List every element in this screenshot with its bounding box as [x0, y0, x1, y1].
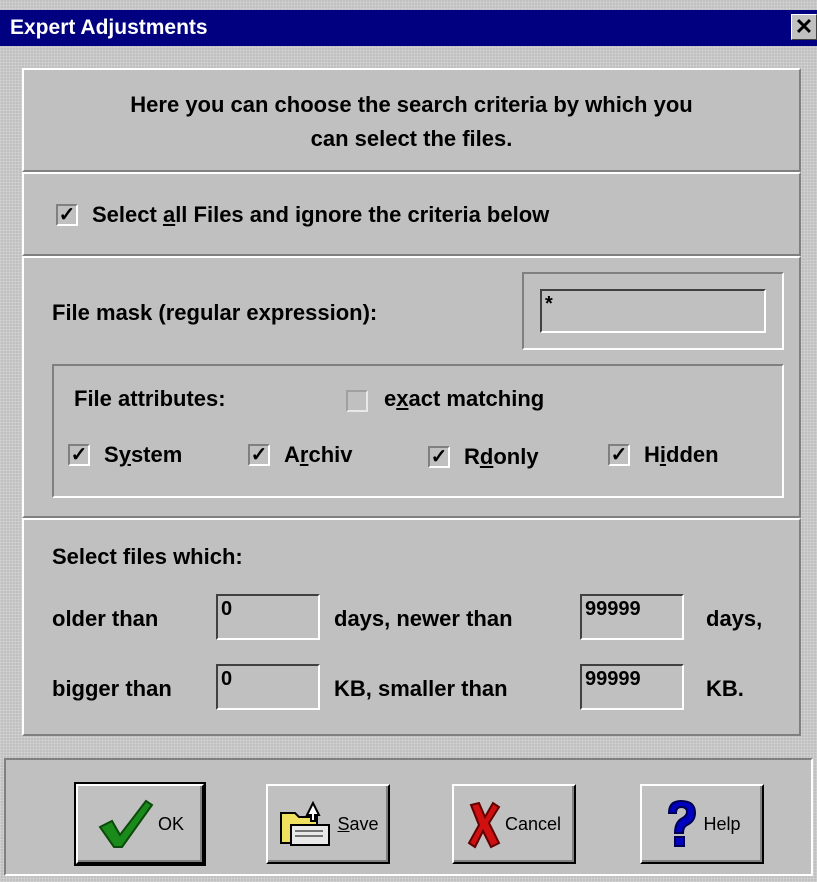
intro-line-2: can select the files. — [310, 126, 513, 151]
archiv-label[interactable]: Archiv — [284, 442, 352, 468]
check-mark-icon: ✓ — [70, 444, 88, 466]
file-mask-panel: File mask (regular expression): * File a… — [22, 256, 801, 518]
select-all-checkbox[interactable]: ✓ — [56, 204, 78, 226]
file-mask-frame: * — [522, 272, 784, 350]
close-icon: ✕ — [794, 14, 814, 39]
system-label[interactable]: System — [104, 442, 182, 468]
hidden-checkbox[interactable]: ✓ — [608, 444, 630, 466]
older-than-label: older than — [52, 606, 159, 631]
help-button[interactable]: Help — [640, 784, 764, 864]
exact-matching-label[interactable]: exact matching — [384, 386, 544, 412]
smaller-than-label: KB, smaller than — [334, 676, 508, 701]
rdonly-label[interactable]: Rdonly — [464, 444, 539, 470]
days-suffix: days, — [706, 606, 763, 631]
select-all-panel: ✓ Select all Files and ignore the criter… — [22, 172, 801, 256]
rdonly-checkbox[interactable]: ✓ — [428, 446, 450, 468]
help-label: Help — [703, 813, 741, 834]
ok-label: OK — [157, 813, 184, 834]
button-bar: OK Save Cancel Help — [4, 758, 813, 876]
red-x-icon — [467, 801, 501, 849]
expert-adjustments-dialog: Expert Adjustments ✕ Here you can choose… — [0, 0, 817, 882]
kb-suffix: KB. — [706, 676, 744, 701]
newer-than-input[interactable]: 99999 — [580, 594, 684, 640]
title-bar[interactable]: Expert Adjustments ✕ — [0, 10, 817, 46]
older-than-input[interactable]: 0 — [216, 594, 320, 640]
file-mask-input[interactable]: * — [540, 289, 766, 333]
check-mark-icon: ✓ — [610, 444, 628, 466]
bigger-than-label: bigger than — [52, 676, 172, 701]
bigger-than-input[interactable]: 0 — [216, 664, 320, 710]
cancel-label: Cancel — [504, 813, 562, 834]
check-mark-icon: ✓ — [250, 444, 268, 466]
check-mark-icon: ✓ — [58, 204, 76, 226]
exact-matching-checkbox[interactable] — [346, 390, 368, 412]
save-button[interactable]: Save — [266, 784, 390, 864]
intro-panel: Here you can choose the search criteria … — [22, 68, 801, 172]
question-mark-icon — [668, 799, 697, 847]
intro-line-1: Here you can choose the search criteria … — [130, 92, 693, 117]
file-mask-label: File mask (regular expression): — [52, 300, 378, 325]
hidden-label[interactable]: Hidden — [644, 442, 719, 468]
file-attributes-label: File attributes: — [74, 386, 226, 411]
archiv-checkbox[interactable]: ✓ — [248, 444, 270, 466]
cancel-button[interactable]: Cancel — [452, 784, 576, 864]
system-checkbox[interactable]: ✓ — [68, 444, 90, 466]
save-folder-icon — [280, 800, 331, 846]
newer-than-label: days, newer than — [334, 606, 513, 631]
ok-button[interactable]: OK — [74, 782, 206, 866]
criteria-panel: Select files which: older than 0 days, n… — [22, 518, 801, 736]
window-title: Expert Adjustments — [10, 16, 208, 39]
check-mark-icon: ✓ — [430, 446, 448, 468]
select-all-label[interactable]: Select all Files and ignore the criteria… — [92, 202, 549, 228]
file-attributes-group: File attributes: exact matching ✓ System… — [52, 364, 784, 498]
smaller-than-input[interactable]: 99999 — [580, 664, 684, 710]
close-button[interactable]: ✕ — [791, 14, 817, 40]
criteria-heading: Select files which: — [52, 544, 243, 569]
save-label: Save — [337, 813, 379, 834]
checkmark-icon — [98, 799, 154, 848]
